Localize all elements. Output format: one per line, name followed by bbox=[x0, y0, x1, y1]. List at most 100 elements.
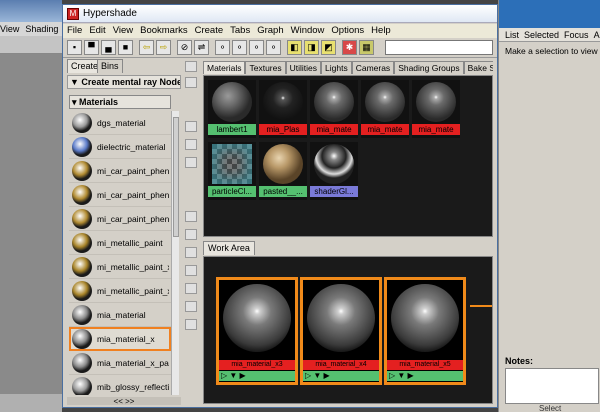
select-button[interactable]: Select bbox=[539, 404, 561, 412]
menu-list[interactable]: List bbox=[505, 30, 519, 40]
material-list-item[interactable]: mi_car_paint_phen bbox=[69, 159, 171, 183]
tab-bake-s[interactable]: Bake S bbox=[463, 61, 493, 74]
menu-tabs[interactable]: Tabs bbox=[230, 25, 250, 36]
graph-output-icon[interactable]: ⚬ bbox=[266, 40, 281, 55]
menu-create[interactable]: Create bbox=[195, 25, 224, 36]
side-icon[interactable] bbox=[185, 247, 197, 258]
material-swatch[interactable]: lambert1 bbox=[208, 80, 256, 138]
side-icon[interactable] bbox=[185, 211, 197, 222]
forward-arrow-icon[interactable]: ⇨ bbox=[156, 40, 171, 55]
material-list-item[interactable]: mia_material_x bbox=[69, 327, 171, 351]
graph-upstream-icon[interactable]: ⚬ bbox=[232, 40, 247, 55]
material-list-item[interactable]: dielectric_material bbox=[69, 135, 171, 159]
menu-file[interactable]: File bbox=[67, 25, 82, 36]
menu-focus[interactable]: Focus bbox=[564, 30, 589, 40]
tab-bins[interactable]: Bins bbox=[97, 59, 123, 73]
rearrange-graph-icon[interactable]: ⇌ bbox=[194, 40, 209, 55]
layout-icon[interactable]: ▪ bbox=[67, 40, 82, 55]
tab-materials[interactable]: Materials bbox=[203, 61, 246, 74]
graph-input-output-icon[interactable]: ⚬ bbox=[249, 40, 264, 55]
tab-work-area[interactable]: Work Area bbox=[203, 241, 255, 255]
input-output-connections-icon[interactable]: ◨ bbox=[304, 40, 319, 55]
menu-options[interactable]: Options bbox=[331, 25, 364, 36]
graph-materials-icon[interactable]: ⚬ bbox=[215, 40, 230, 55]
material-swatch[interactable]: shaderGl... bbox=[310, 142, 358, 200]
side-icon[interactable] bbox=[185, 301, 197, 312]
back-arrow-icon[interactable]: ⇦ bbox=[139, 40, 154, 55]
background-toolbar[interactable] bbox=[0, 36, 62, 54]
tab-cameras[interactable]: Cameras bbox=[351, 61, 395, 74]
material-list-item[interactable]: mib_glossy_reflectio bbox=[69, 375, 171, 395]
materials-section-label: Materials bbox=[79, 97, 119, 107]
side-icon[interactable] bbox=[185, 319, 197, 330]
menu-window[interactable]: Window bbox=[291, 25, 325, 36]
material-list-item[interactable]: mia_material bbox=[69, 303, 171, 327]
output-connections-icon[interactable]: ◩ bbox=[321, 40, 336, 55]
create-panel-nav[interactable]: << >> bbox=[67, 397, 181, 406]
create-panel: Create Bins ▼ Create mental ray Nodes ▾ … bbox=[67, 59, 181, 406]
shader-node[interactable]: mia_material_x3 ▷ ▼ ▶ bbox=[216, 277, 298, 385]
render-view-icon[interactable]: ▦ bbox=[359, 40, 374, 55]
material-swatch[interactable]: mia_mate bbox=[310, 80, 358, 138]
top-tabs-icon[interactable]: ▀ bbox=[84, 40, 99, 55]
tab-textures[interactable]: Textures bbox=[245, 61, 286, 74]
side-icon[interactable] bbox=[185, 283, 197, 294]
material-swatch-label: mia_mate bbox=[412, 124, 460, 135]
menu-bookmarks[interactable]: Bookmarks bbox=[140, 25, 188, 36]
material-list-scrollbar[interactable] bbox=[171, 111, 179, 395]
shader-node-ports[interactable]: ▷ ▼ ▶ bbox=[219, 371, 295, 381]
bottom-tabs-icon[interactable]: ▄ bbox=[101, 40, 116, 55]
material-swatch[interactable]: mia_Plas bbox=[259, 80, 307, 138]
input-connections-icon[interactable]: ◧ bbox=[287, 40, 302, 55]
work-area-graph[interactable]: mia_material_x3 ▷ ▼ ▶ mia_material_x4 ▷ ▼ ▶… bbox=[203, 256, 493, 404]
side-icon[interactable] bbox=[185, 157, 197, 168]
render-swatch-icon[interactable]: ✱ bbox=[342, 40, 357, 55]
background-menu-view[interactable]: View bbox=[0, 24, 19, 34]
side-icon[interactable] bbox=[185, 121, 197, 132]
side-icon[interactable] bbox=[185, 265, 197, 276]
material-swatch[interactable]: particleCl... bbox=[208, 142, 256, 200]
menu-attributes[interactable]: A bbox=[594, 30, 600, 40]
material-list-item[interactable]: dgs_material bbox=[69, 111, 171, 135]
tabs-only-icon[interactable]: ■ bbox=[118, 40, 133, 55]
side-icon[interactable] bbox=[185, 139, 197, 150]
notes-field[interactable] bbox=[505, 368, 599, 404]
attribute-panel-toolbar[interactable] bbox=[499, 0, 600, 28]
clear-graph-icon[interactable]: ⊘ bbox=[177, 40, 192, 55]
shader-node-ports[interactable]: ▷ ▼ ▶ bbox=[387, 371, 463, 381]
shader-node[interactable]: mia_material_x4 ▷ ▼ ▶ bbox=[300, 277, 382, 385]
menu-selected[interactable]: Selected bbox=[524, 30, 559, 40]
side-icon[interactable] bbox=[185, 61, 197, 72]
material-swatch-area[interactable]: lambert1 mia_Plas mia_mate mia_mate mia_mate… bbox=[203, 75, 493, 237]
tab-lights[interactable]: Lights bbox=[321, 61, 352, 74]
window-titlebar[interactable]: M Hypershade bbox=[63, 5, 497, 23]
shader-node[interactable]: mia_material_x5 ▷ ▼ ▶ bbox=[384, 277, 466, 385]
create-nodes-header[interactable]: ▼ Create mental ray Nodes bbox=[67, 75, 181, 89]
menu-edit[interactable]: Edit bbox=[89, 25, 105, 36]
background-menu-shading[interactable]: Shading bbox=[25, 24, 58, 34]
menu-view[interactable]: View bbox=[113, 25, 133, 36]
material-list-item[interactable]: mi_metallic_paint_x bbox=[69, 279, 171, 303]
node-search-input[interactable] bbox=[385, 40, 493, 55]
shader-node-preview bbox=[307, 284, 375, 352]
side-icon[interactable] bbox=[185, 229, 197, 240]
materials-section-header[interactable]: ▾ Materials bbox=[69, 95, 171, 109]
material-list-item[interactable]: mi_metallic_paint_x bbox=[69, 255, 171, 279]
material-swatch[interactable]: mia_mate bbox=[361, 80, 409, 138]
menu-graph[interactable]: Graph bbox=[257, 25, 283, 36]
material-list-item[interactable]: mia_material_x_pass bbox=[69, 351, 171, 375]
material-list-item[interactable]: mi_car_paint_phen_ bbox=[69, 207, 171, 231]
tab-shading-groups[interactable]: Shading Groups bbox=[394, 61, 464, 74]
material-swatch[interactable]: pasted__... bbox=[259, 142, 307, 200]
scrollbar-thumb[interactable] bbox=[173, 117, 179, 237]
background-viewport[interactable] bbox=[0, 54, 62, 394]
material-swatch-label: shaderGl... bbox=[310, 186, 358, 197]
tab-utilities[interactable]: Utilities bbox=[285, 61, 322, 74]
material-swatch[interactable]: mia_mate bbox=[412, 80, 460, 138]
shader-node-ports[interactable]: ▷ ▼ ▶ bbox=[303, 371, 379, 381]
gold-sphere-icon bbox=[72, 209, 92, 229]
menu-help[interactable]: Help bbox=[371, 25, 391, 36]
material-list-item[interactable]: mi_metallic_paint bbox=[69, 231, 171, 255]
material-list-item[interactable]: mi_car_paint_phen_ bbox=[69, 183, 171, 207]
side-icon[interactable] bbox=[185, 77, 197, 88]
